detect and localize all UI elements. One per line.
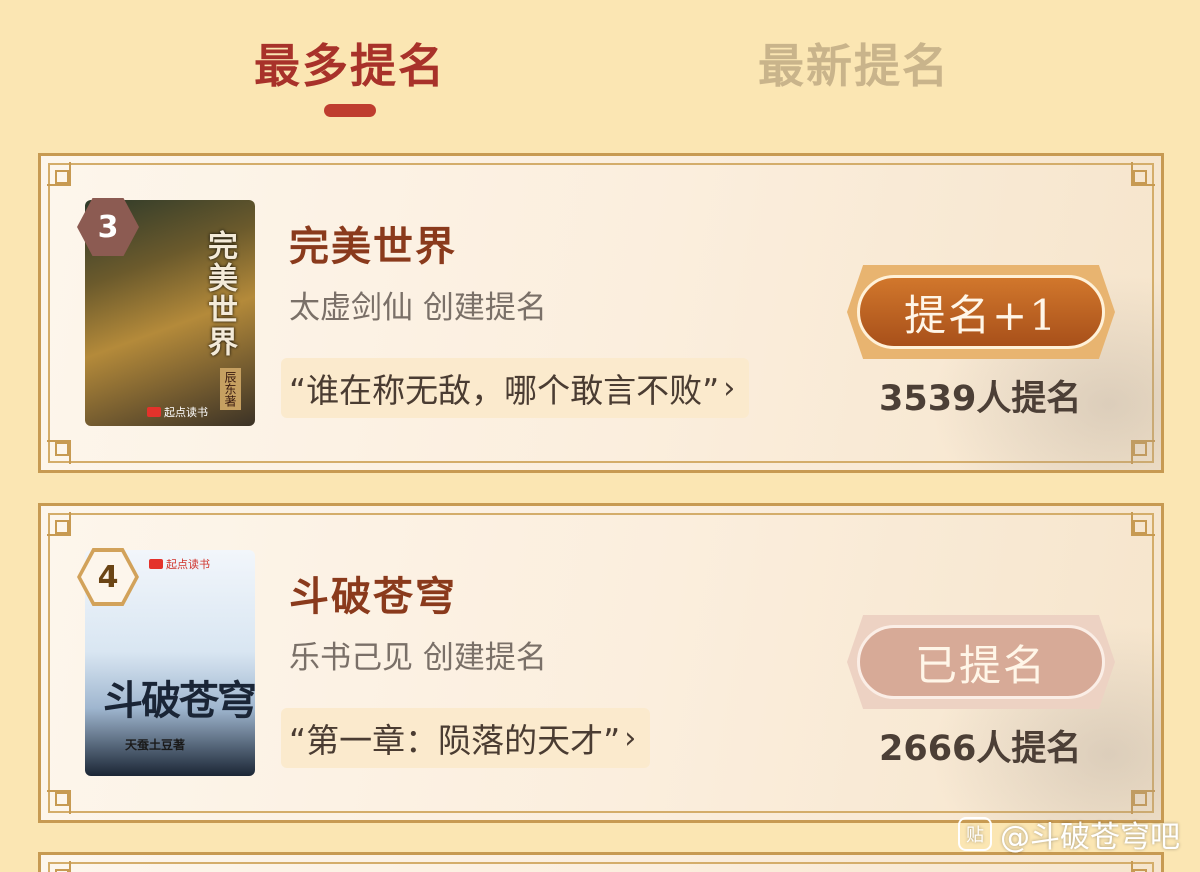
book-card[interactable]: 完美世界 辰东著 起点读书 3 完美世界 太虚剑仙 创建提名 “谁在称无敌，哪个… <box>38 153 1164 473</box>
brand-logo-icon <box>147 407 161 417</box>
frame-corner <box>47 780 81 814</box>
frame-corner <box>1121 430 1155 464</box>
tab-newest-nominated[interactable]: 最新提名 <box>758 30 950 96</box>
cover-title: 完美世界 <box>202 230 237 358</box>
cover-brand: 起点读书 <box>147 404 208 420</box>
rank-number: 4 <box>97 559 119 595</box>
book-quote-link[interactable]: “谁在称无敌，哪个敢言不败” › <box>281 358 750 418</box>
chevron-right-icon: › <box>723 370 736 406</box>
nominate-button[interactable]: 提名+1 <box>847 265 1115 359</box>
cover-title: 斗破苍穹 <box>103 677 255 724</box>
cover-author: 天蚕土豆著 <box>125 738 186 752</box>
nominated-button[interactable]: 已提名 <box>847 615 1115 709</box>
book-card[interactable]: 起点读书 斗破苍穹 天蚕土豆著 4 斗破苍穹 乐书己见 创建提名 “第一章：陨落… <box>38 503 1164 823</box>
cover-brand-label: 起点读书 <box>164 406 208 419</box>
book-title[interactable]: 斗破苍穹 <box>289 564 457 622</box>
frame-corner <box>47 430 81 464</box>
book-title[interactable]: 完美世界 <box>289 214 457 272</box>
nomination-creator: 乐书己见 创建提名 <box>289 640 547 676</box>
cover-brand-label: 起点读书 <box>166 558 210 571</box>
nominate-button-label: 提名+1 <box>904 290 1058 340</box>
watermark-text: @斗破苍穹吧 <box>1000 820 1180 855</box>
frame-corner <box>1121 512 1155 546</box>
frame-corner <box>1121 861 1155 872</box>
tieba-icon: 贴 <box>958 817 992 851</box>
nominated-button-label: 已提名 <box>914 640 1047 690</box>
tab-most-nominated[interactable]: 最多提名 <box>254 30 446 96</box>
frame-corner <box>47 512 81 546</box>
watermark: 贴 @斗破苍穹吧 <box>958 812 1180 856</box>
tab-bar: 最多提名 最新提名 <box>0 0 1200 140</box>
frame-corner <box>47 861 81 872</box>
brand-logo-icon <box>149 559 163 569</box>
nomination-count: 2666人提名 <box>879 729 1082 769</box>
frame-corner <box>1121 780 1155 814</box>
cover-author: 辰东著 <box>220 368 241 410</box>
active-tab-indicator <box>324 104 376 117</box>
quote-text: “第一章：陨落的天才” <box>289 721 621 760</box>
cover-brand: 起点读书 <box>149 556 210 572</box>
quote-text: “谁在称无敌，哪个敢言不败” <box>289 371 720 410</box>
chevron-right-icon: › <box>624 720 637 756</box>
frame-corner <box>47 162 81 196</box>
book-quote-link[interactable]: “第一章：陨落的天才” › <box>281 708 651 768</box>
rank-number: 3 <box>97 209 119 245</box>
nomination-creator: 太虚剑仙 创建提名 <box>289 290 547 326</box>
nomination-count: 3539人提名 <box>879 379 1082 419</box>
frame-corner <box>1121 162 1155 196</box>
